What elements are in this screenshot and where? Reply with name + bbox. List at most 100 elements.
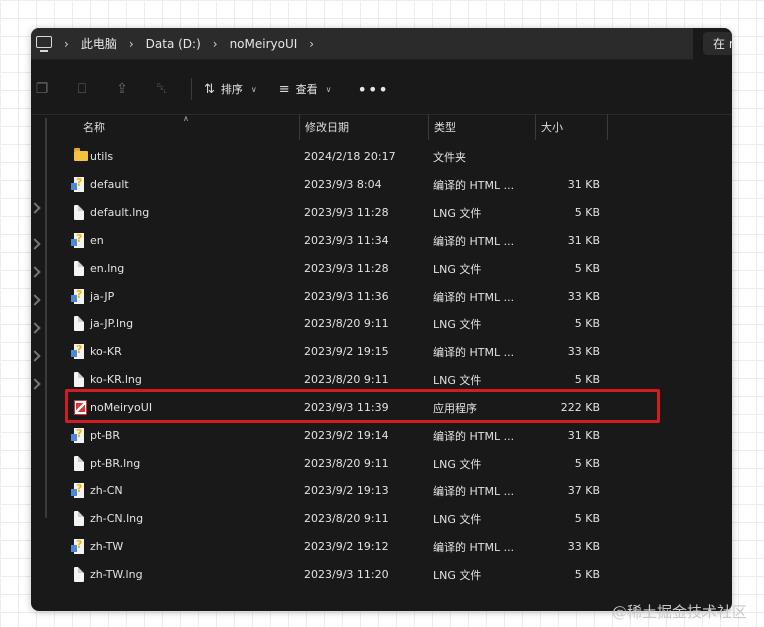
file-row-default[interactable]: default 2023/9/3 8:04 编译的 HTML ... 31 KB <box>71 171 661 198</box>
file-date: 2023/9/3 11:36 <box>304 290 389 303</box>
file-date: 2024/2/18 20:17 <box>304 150 396 163</box>
file-row-ko-kr[interactable]: ko-KR 2023/9/2 19:15 编译的 HTML ... 33 KB <box>71 338 661 365</box>
toolbar-divider <box>191 78 192 100</box>
chevron-right-icon[interactable]: › <box>64 37 69 51</box>
file-size: 31 KB <box>567 429 600 442</box>
expand-chevron-icon[interactable] <box>31 350 41 362</box>
file-type: LNG 文件 <box>433 262 482 276</box>
file-date: 2023/9/3 8:04 <box>304 178 382 191</box>
file-size: 31 KB <box>567 234 600 247</box>
file-size: 5 KB <box>574 317 600 330</box>
file-type: 编译的 HTML ... <box>433 178 515 192</box>
breadcrumb-folder[interactable]: noMeiryoUI <box>230 37 298 51</box>
file-date: 2023/9/2 19:15 <box>304 345 389 358</box>
column-divider[interactable] <box>428 114 429 140</box>
file-row-pt-br[interactable]: pt-BR 2023/9/2 19:14 编译的 HTML ... 31 KB <box>71 422 661 449</box>
expand-chevron-icon[interactable] <box>31 294 41 306</box>
navigation-pane <box>31 114 51 611</box>
column-divider[interactable] <box>535 114 536 140</box>
file-row-ja-jp-lng[interactable]: ja-JP.lng 2023/8/20 9:11 LNG 文件 5 KB <box>71 310 661 337</box>
file-size: 5 KB <box>574 206 600 219</box>
file-row-ja-jp[interactable]: ja-JP 2023/9/3 11:36 编译的 HTML ... 33 KB <box>71 283 661 310</box>
help-file-icon <box>71 232 84 248</box>
column-header-date[interactable]: 修改日期 <box>305 114 349 140</box>
delete-icon[interactable]: ␡ <box>155 81 169 97</box>
file-size: 33 KB <box>567 290 600 303</box>
document-icon <box>74 567 84 582</box>
file-type: 编译的 HTML ... <box>433 345 515 359</box>
navigation-pane-border[interactable] <box>45 118 47 518</box>
file-type: 编译的 HTML ... <box>433 290 515 304</box>
address-bar[interactable]: › 此电脑 › Data (D:) › noMeiryoUI › <box>31 28 693 60</box>
search-input[interactable]: 在 n <box>703 32 732 55</box>
share-icon[interactable]: ⇪ <box>115 81 129 97</box>
sort-button[interactable]: ⇅ 排序 ∨ <box>204 81 257 97</box>
expand-chevron-icon[interactable] <box>31 202 41 214</box>
file-name: zh-TW <box>90 540 124 553</box>
file-name: default.lng <box>90 206 150 219</box>
file-date: 2023/8/20 9:11 <box>304 512 389 525</box>
expand-chevron-icon[interactable] <box>31 378 41 390</box>
file-name: utils <box>90 150 114 163</box>
document-icon <box>74 511 84 526</box>
file-row-zh-cn-lng[interactable]: zh-CN.lng 2023/8/20 9:11 LNG 文件 5 KB <box>71 505 661 532</box>
more-options-icon[interactable]: ••• <box>358 80 389 99</box>
paste-icon[interactable]: ❐ <box>35 81 49 97</box>
chevron-down-icon: ∨ <box>250 84 257 94</box>
file-size: 5 KB <box>574 568 600 581</box>
column-header-name[interactable]: 名称 <box>83 114 105 140</box>
expand-chevron-icon[interactable] <box>31 238 41 250</box>
expand-chevron-icon[interactable] <box>31 266 41 278</box>
highlight-box <box>65 389 660 423</box>
file-row-default-lng[interactable]: default.lng 2023/9/3 11:28 LNG 文件 5 KB <box>71 199 661 226</box>
file-date: 2023/9/3 11:28 <box>304 206 389 219</box>
file-row-en-lng[interactable]: en.lng 2023/9/3 11:28 LNG 文件 5 KB <box>71 255 661 282</box>
file-name: default <box>90 178 129 191</box>
file-row-zh-tw[interactable]: zh-TW 2023/9/2 19:12 编译的 HTML ... 33 KB <box>71 533 661 560</box>
view-button[interactable]: ≡ 查看 ∨ <box>279 81 332 97</box>
file-date: 2023/9/3 11:20 <box>304 568 389 581</box>
file-row-zh-tw-lng[interactable]: zh-TW.lng 2023/9/3 11:20 LNG 文件 5 KB <box>71 561 661 588</box>
file-row-zh-cn[interactable]: zh-CN 2023/9/2 19:13 编译的 HTML ... 37 KB <box>71 477 661 504</box>
document-icon <box>74 372 84 387</box>
file-name: en <box>90 234 104 247</box>
expand-chevron-icon[interactable] <box>31 322 41 334</box>
help-file-icon <box>71 538 84 554</box>
chevron-right-icon[interactable]: › <box>213 37 218 51</box>
chevron-down-icon: ∨ <box>325 84 332 94</box>
view-icon: ≡ <box>278 81 290 97</box>
column-divider[interactable] <box>607 114 608 140</box>
file-row-utils[interactable]: utils 2024/2/18 20:17 文件夹 <box>71 143 661 170</box>
help-file-icon <box>71 427 84 443</box>
chevron-right-icon[interactable]: › <box>309 37 314 51</box>
breadcrumb-this-pc[interactable]: 此电脑 <box>81 35 117 52</box>
watermark-text: @稀土掘金技术社区 <box>612 603 748 621</box>
search-placeholder: 在 n <box>713 37 732 51</box>
file-type: 编译的 HTML ... <box>433 429 515 443</box>
file-name: zh-CN <box>90 484 123 497</box>
document-icon <box>74 316 84 331</box>
file-date: 2023/9/2 19:12 <box>304 540 389 553</box>
command-bar: ❐ ⎕ ⇪ ␡ ⇅ 排序 ∨ ≡ 查看 ∨ ••• <box>31 64 732 115</box>
breadcrumb-drive[interactable]: Data (D:) <box>146 37 201 51</box>
file-row-en[interactable]: en 2023/9/3 11:34 编译的 HTML ... 31 KB <box>71 227 661 254</box>
file-date: 2023/8/20 9:11 <box>304 457 389 470</box>
column-header-type[interactable]: 类型 <box>434 114 456 140</box>
column-divider[interactable] <box>299 114 300 140</box>
file-type: 文件夹 <box>433 150 466 164</box>
file-date: 2023/9/2 19:13 <box>304 484 389 497</box>
rename-icon[interactable]: ⎕ <box>75 81 89 97</box>
this-pc-icon[interactable] <box>36 35 52 52</box>
file-date: 2023/9/2 19:14 <box>304 429 389 442</box>
file-name: pt-BR.lng <box>90 457 141 470</box>
document-icon <box>74 261 84 276</box>
file-size: 31 KB <box>567 178 600 191</box>
view-label: 查看 <box>295 83 318 96</box>
column-header-size[interactable]: 大小 <box>541 114 563 140</box>
file-name: zh-CN.lng <box>90 512 144 525</box>
file-row-pt-br-lng[interactable]: pt-BR.lng 2023/8/20 9:11 LNG 文件 5 KB <box>71 450 661 477</box>
chevron-right-icon[interactable]: › <box>129 37 134 51</box>
file-name: pt-BR <box>90 429 121 442</box>
file-size: 5 KB <box>574 262 600 275</box>
help-file-icon <box>71 343 84 359</box>
